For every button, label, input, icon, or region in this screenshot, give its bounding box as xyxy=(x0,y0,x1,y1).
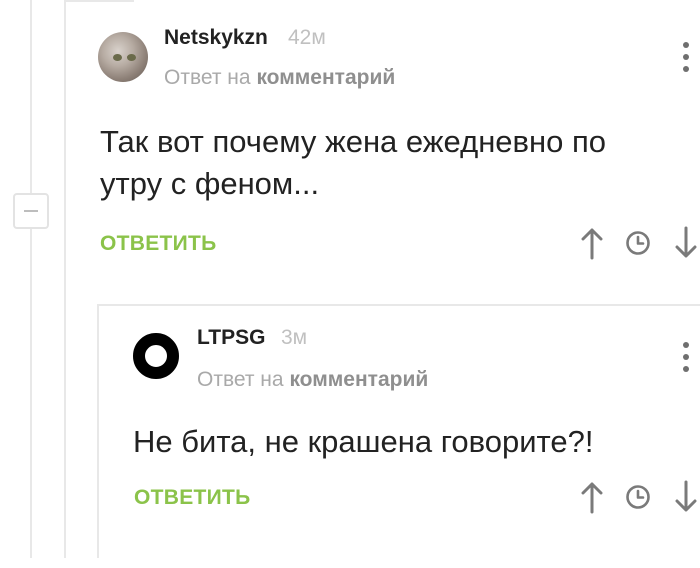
username[interactable]: Netskykzn xyxy=(164,26,268,50)
comment-text: Не бита, не крашена говорите?! xyxy=(133,424,594,459)
downvote-arrow-icon xyxy=(675,226,697,258)
avatar-eye xyxy=(127,54,136,61)
avatar[interactable] xyxy=(133,333,179,379)
clock-icon xyxy=(626,231,650,255)
downvote-arrow-icon xyxy=(675,480,697,512)
thread-divider-reply xyxy=(97,304,700,306)
thread-line-reply xyxy=(97,305,99,558)
reply-to-prefix: Ответ на xyxy=(164,66,251,89)
upvote-button[interactable] xyxy=(578,226,606,260)
kebab-menu-icon xyxy=(683,342,689,348)
downvote-button[interactable] xyxy=(672,226,700,260)
comment-time: 3м xyxy=(281,326,308,349)
reply-to-link[interactable]: комментарий xyxy=(289,368,428,391)
reply-button[interactable]: ОТВЕТИТЬ xyxy=(100,232,217,256)
collapse-thread-icon xyxy=(24,210,38,212)
username[interactable]: LTPSG xyxy=(197,326,265,350)
reply-to-link[interactable]: комментарий xyxy=(256,66,395,89)
save-button[interactable] xyxy=(624,226,652,260)
kebab-menu-icon xyxy=(683,354,689,360)
comment-time: 42м xyxy=(288,26,326,49)
comment-menu-button[interactable] xyxy=(681,40,691,74)
reply-to-prefix: Ответ на xyxy=(197,368,284,391)
kebab-menu-icon xyxy=(683,366,689,372)
avatar[interactable] xyxy=(98,32,148,82)
reply-to-line: Ответ на комментарий xyxy=(164,66,395,90)
collapse-thread-button[interactable] xyxy=(13,193,49,229)
thread-line-outer xyxy=(30,0,32,558)
kebab-menu-icon xyxy=(683,66,689,72)
avatar-eye xyxy=(113,54,122,61)
thread-line-middle xyxy=(64,0,66,558)
reply-to-line: Ответ на комментарий xyxy=(197,368,428,392)
clock-icon xyxy=(626,485,650,509)
upvote-button[interactable] xyxy=(578,480,606,514)
upvote-arrow-icon xyxy=(581,482,603,514)
kebab-menu-icon xyxy=(683,42,689,48)
comment-text: Так вот почему жена ежедневно по утру с … xyxy=(100,124,607,201)
kebab-menu-icon xyxy=(683,54,689,60)
thread-divider-top xyxy=(64,0,134,2)
upvote-arrow-icon xyxy=(581,228,603,260)
reply-button[interactable]: ОТВЕТИТЬ xyxy=(134,486,251,510)
downvote-button[interactable] xyxy=(672,480,700,514)
save-button[interactable] xyxy=(624,480,652,514)
comment-menu-button[interactable] xyxy=(681,340,691,374)
